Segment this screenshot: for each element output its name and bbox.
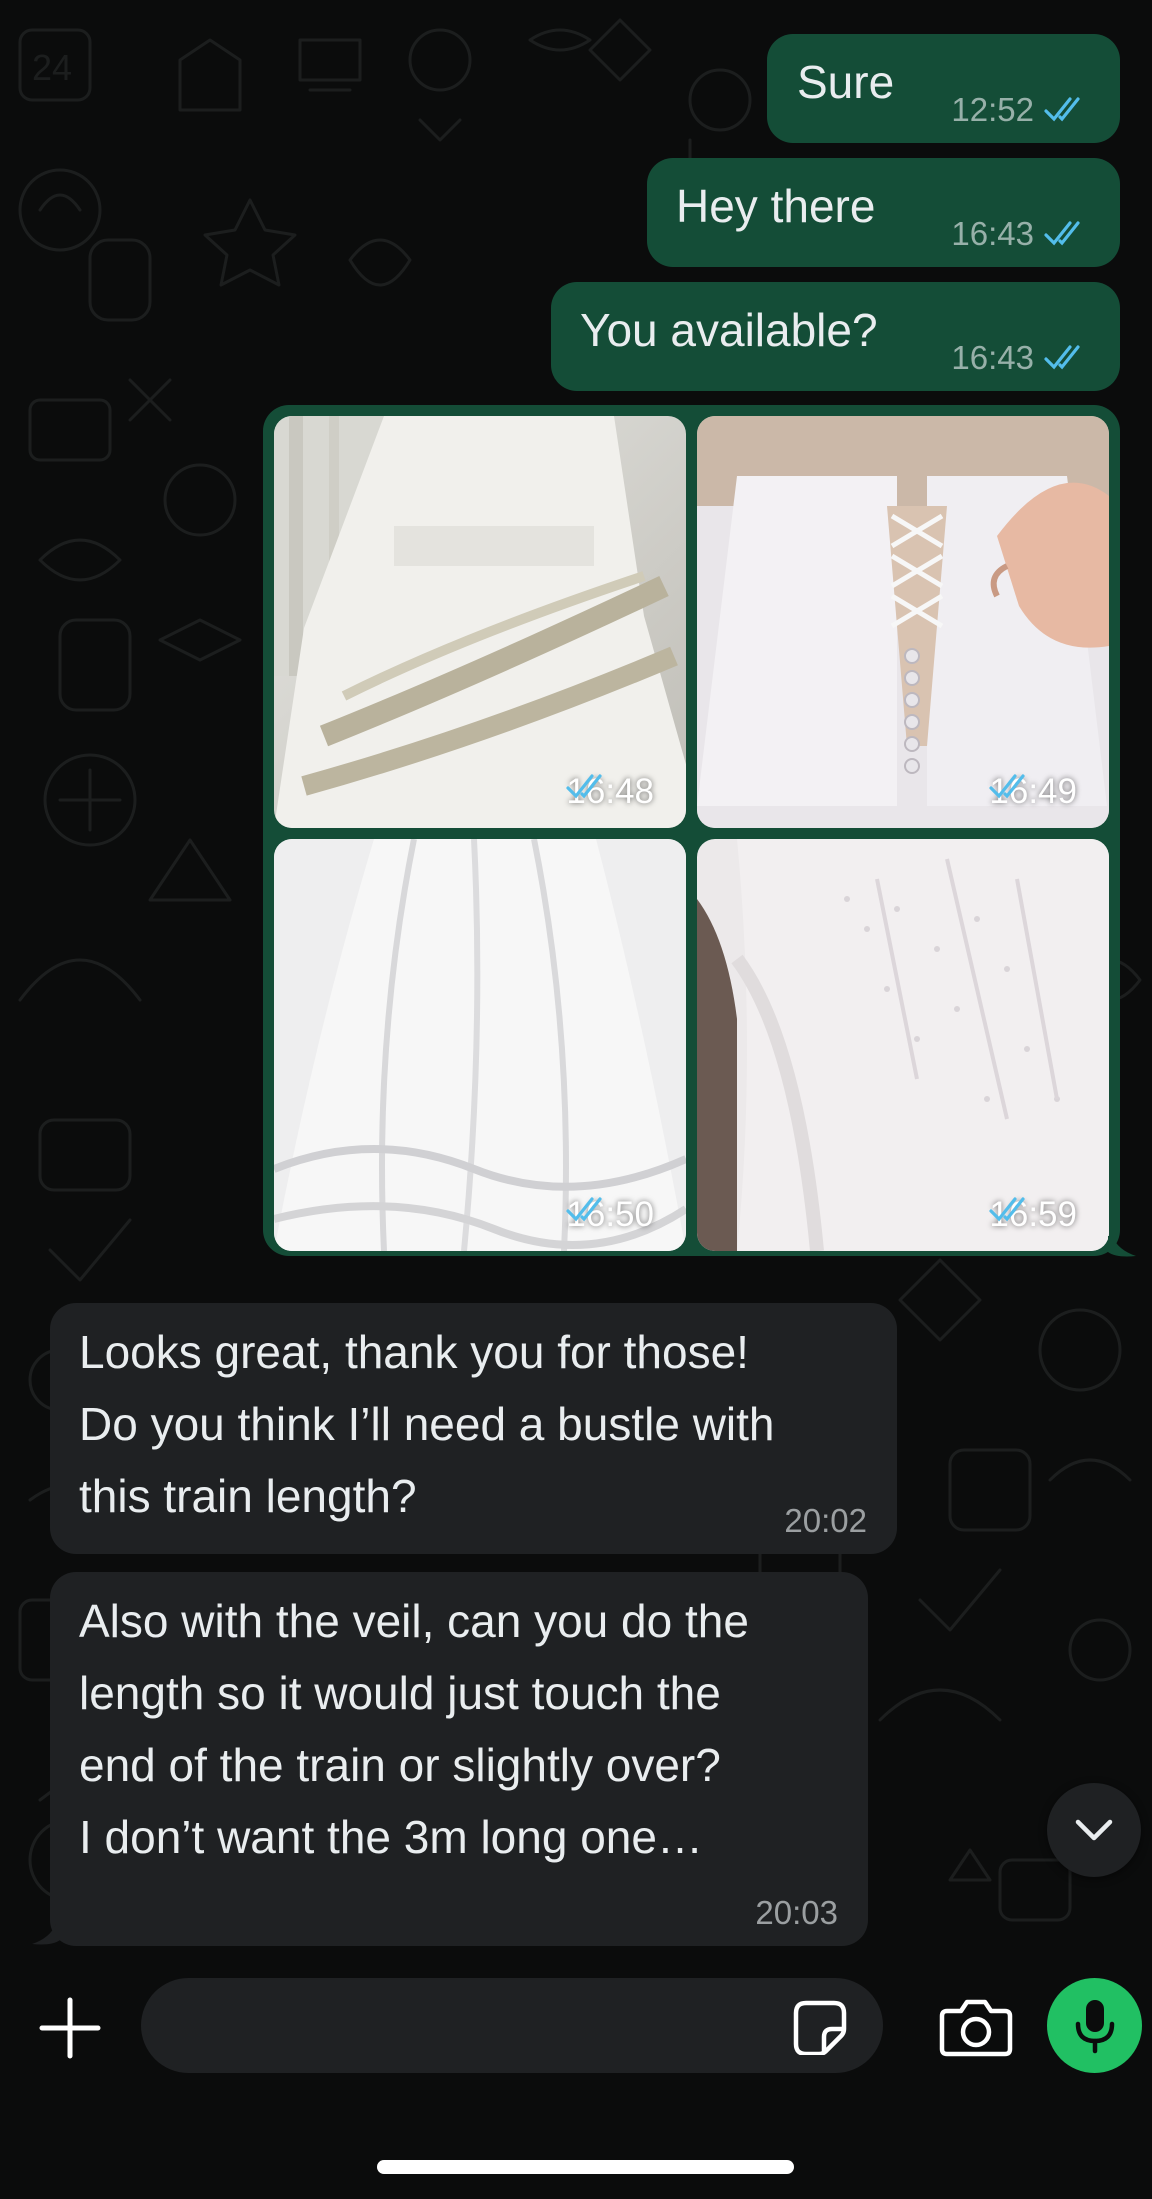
- photo-thumbnail[interactable]: 16:50: [274, 839, 686, 1251]
- home-indicator: [377, 2160, 794, 2174]
- photo-thumbnail[interactable]: 16:59: [697, 839, 1109, 1251]
- photo-meta: 16:50: [566, 1195, 664, 1235]
- corset-back-photo: [697, 416, 1109, 828]
- outgoing-message[interactable]: Hey there 16:43: [647, 158, 1120, 267]
- chevron-down-icon: [1075, 1819, 1113, 1841]
- plus-icon: [39, 1997, 101, 2059]
- message-meta: 20:03: [755, 1894, 838, 1932]
- message-input[interactable]: [141, 1978, 883, 2073]
- message-text: Also with the veil, can you do the lengt…: [79, 1595, 749, 1863]
- message-time: 16:43: [951, 215, 1034, 252]
- read-ticks-icon: [1044, 219, 1092, 249]
- message-meta: 16:43: [951, 215, 1092, 253]
- camera-button[interactable]: [935, 1992, 1017, 2062]
- sticker-icon: [793, 2000, 847, 2055]
- dress-train-photo: [274, 839, 686, 1251]
- message-time: 20:02: [784, 1502, 867, 1539]
- chat-screen: 24 Sure 12:52 Hey there 16:43 You availa…: [0, 0, 1152, 2199]
- message-text: You available?: [580, 304, 878, 356]
- incoming-message[interactable]: Looks great, thank you for those! Do you…: [50, 1303, 897, 1554]
- incoming-message[interactable]: Also with the veil, can you do the lengt…: [50, 1572, 868, 1946]
- message-text: Sure: [797, 56, 895, 108]
- read-ticks-icon: [1044, 343, 1092, 373]
- message-time: 16:43: [951, 339, 1034, 376]
- photo-thumbnail[interactable]: 16:48: [274, 416, 686, 828]
- outgoing-message[interactable]: You available? 16:43: [551, 282, 1120, 391]
- message-time: 20:03: [755, 1894, 838, 1931]
- photo-thumbnail[interactable]: 16:49: [697, 416, 1109, 828]
- sticker-button[interactable]: [789, 1996, 851, 2058]
- bubble-tail: [32, 1924, 60, 1945]
- voice-message-button[interactable]: [1047, 1978, 1142, 2073]
- photo-meta: 16:59: [989, 1195, 1087, 1235]
- message-time: 12:52: [951, 91, 1034, 128]
- attach-button[interactable]: [30, 1988, 110, 2068]
- photo-album-message[interactable]: 16:48 16:49 16:50 16:59: [263, 405, 1120, 1256]
- read-ticks-icon: [1044, 95, 1092, 125]
- photo-meta: 16:49: [989, 772, 1087, 812]
- message-text: Looks great, thank you for those! Do you…: [79, 1326, 775, 1522]
- message-meta: 20:02: [784, 1502, 867, 1540]
- dress-skirt-photo: [274, 416, 686, 828]
- outgoing-message[interactable]: Sure 12:52: [767, 34, 1120, 143]
- scroll-to-bottom-button[interactable]: [1047, 1783, 1141, 1877]
- message-meta: 16:43: [951, 339, 1092, 377]
- svg-text:24: 24: [32, 47, 72, 88]
- message-text: Hey there: [676, 180, 876, 232]
- camera-icon: [939, 1999, 1013, 2057]
- bubble-tail: [1108, 1236, 1136, 1257]
- photo-meta: 16:48: [566, 772, 664, 812]
- bodice-detail-photo: [697, 839, 1109, 1251]
- microphone-icon: [1075, 1999, 1114, 2053]
- message-meta: 12:52: [951, 91, 1092, 129]
